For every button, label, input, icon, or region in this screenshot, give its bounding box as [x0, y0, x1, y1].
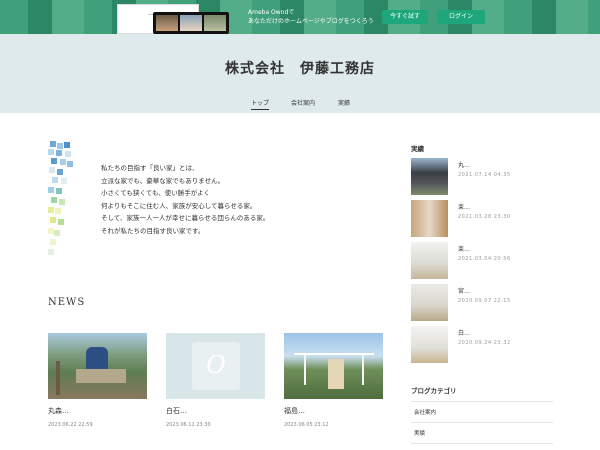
sidebar-post-title[interactable]: 宮…: [458, 286, 470, 295]
sidebar-post-date: 2020.09.07 22:15: [458, 298, 511, 304]
promo-text: Ameba Owndで あなただけのホームページやブログをつくろう: [248, 8, 374, 26]
sidebar-post[interactable]: 宮… 2020.09.07 22:15: [411, 284, 553, 321]
divider: [411, 443, 553, 444]
sidebar-post[interactable]: 束… 2021.03.04 20:56: [411, 242, 553, 279]
sidebar-post-date: 2021.07.14 04:35: [458, 172, 511, 178]
sidebar-post-image[interactable]: [411, 200, 448, 237]
news-card[interactable]: O 白石… 2023.06.11 23:30: [166, 333, 265, 428]
intro-text: 私たちの目指す「良い家」とは、 立派な家でも、豪華な家でもありません。 小さくて…: [101, 162, 269, 237]
news-card-image[interactable]: [48, 333, 147, 399]
news-card-image[interactable]: O: [166, 333, 265, 399]
sidebar-post-image[interactable]: [411, 326, 448, 363]
intro-line: それが私たちの目指す良い家です。: [101, 226, 205, 235]
intro-line: 立派な家でも、豪華な家でもありません。: [101, 176, 225, 185]
news-card-image[interactable]: [284, 333, 383, 399]
promo-line-1: Ameba Owndで: [248, 9, 295, 16]
intro-line: 私たちの目指す「良い家」とは、: [101, 164, 199, 172]
news-card-date: 2023.06.05 23:12: [284, 422, 329, 428]
sidebar-post-title[interactable]: 丸…: [458, 160, 470, 169]
sidebar-post-image[interactable]: [411, 242, 448, 279]
sidebar-post-date: 2021.03.04 20:56: [458, 256, 511, 262]
promo-banner: Ameba Owndで あなただけのホームページやブログをつくろう 今すぐ試す …: [0, 0, 600, 34]
login-button[interactable]: ログイン: [437, 10, 485, 24]
placeholder-glyph: O: [206, 351, 226, 379]
sidebar-post[interactable]: 束… 2021.03.28 23:30: [411, 200, 553, 237]
intro-line: そして、家族一人一人が幸せに暮らせる団らんのある家。: [101, 214, 270, 222]
try-now-button[interactable]: 今すぐ試す: [382, 10, 428, 24]
news-card-date: 2023.06.11 23:30: [166, 422, 211, 428]
news-card[interactable]: 丸森… 2023.06.22 22:59: [48, 333, 147, 428]
site-title[interactable]: 株式会社 伊藤工務店: [0, 58, 600, 78]
news-heading: NEWS: [48, 297, 86, 308]
divider: [411, 422, 553, 423]
news-card[interactable]: 福島… 2023.06.05 23:12: [284, 333, 383, 428]
nav-item-works[interactable]: 実績: [338, 98, 350, 107]
sidebar-post-title[interactable]: 束…: [458, 244, 470, 253]
promo-line-2: あなただけのホームページやブログをつくろう: [248, 18, 374, 25]
news-card-title[interactable]: 白石…: [166, 406, 265, 416]
divider: [411, 401, 553, 402]
site-header: 株式会社 伊藤工務店 トップ 会社案内 実績: [0, 34, 600, 113]
sidebar-post-date: 2020.09.24 23:32: [458, 340, 511, 346]
sidebar-post-title[interactable]: 束…: [458, 202, 470, 211]
sidebar-post-date: 2021.03.28 23:30: [458, 214, 511, 220]
news-card-title[interactable]: 福島…: [284, 406, 383, 416]
news-card-title[interactable]: 丸森…: [48, 406, 147, 416]
sidebar-post-title[interactable]: 白…: [458, 328, 470, 337]
decorative-mosaic-image: [48, 141, 74, 258]
category-item[interactable]: 実績: [414, 429, 425, 437]
sidebar-post[interactable]: 丸… 2021.07.14 04:35: [411, 158, 553, 195]
promo-device-image: [153, 12, 229, 34]
news-card-date: 2023.06.22 22:59: [48, 422, 93, 428]
category-item[interactable]: 会社案内: [414, 408, 436, 416]
sidebar-post[interactable]: 白… 2020.09.24 23:32: [411, 326, 553, 363]
sidebar-post-image[interactable]: [411, 158, 448, 195]
placeholder-icon: O: [192, 342, 240, 390]
sidebar-post-image[interactable]: [411, 284, 448, 321]
sidebar-category-heading: ブログカテゴリ: [411, 387, 457, 395]
sidebar-works-heading: 実績: [411, 145, 424, 153]
intro-line: 何よりもそこに住む人、家族が安心して暮らせる家。: [101, 201, 257, 210]
nav-item-top[interactable]: トップ: [251, 98, 270, 110]
intro-line: 小さくても狭くても、使い勝手がよく: [101, 189, 210, 197]
nav-item-company[interactable]: 会社案内: [291, 98, 315, 107]
